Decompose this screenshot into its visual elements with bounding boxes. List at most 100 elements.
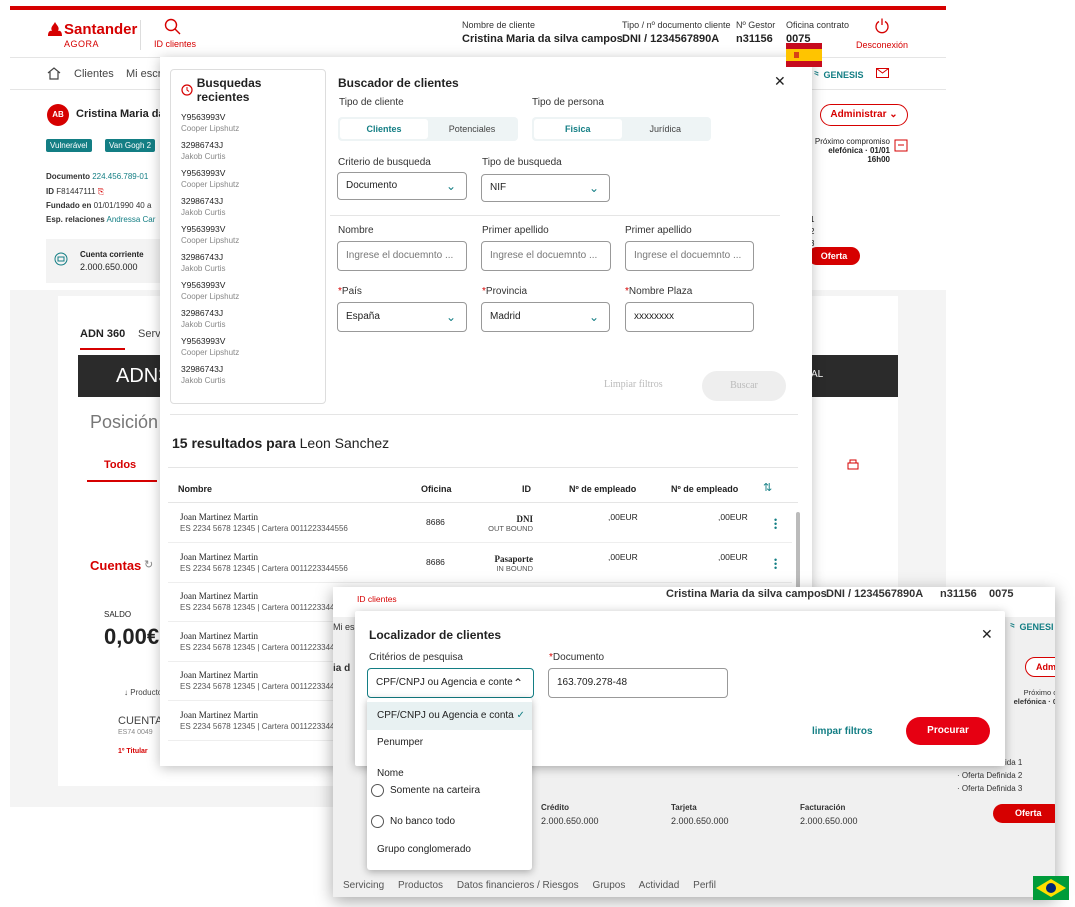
limpiar-filtros-button[interactable]: Limpiar filtros <box>604 379 663 390</box>
print-icon[interactable] <box>846 458 860 472</box>
plaza-label: *Nombre Plaza <box>625 286 693 297</box>
toggle-fisica[interactable]: Fisica <box>534 119 622 139</box>
recent-item[interactable]: 32986743J Jakob Curtis <box>181 140 315 162</box>
oferta-button[interactable]: Oferta <box>808 247 860 265</box>
recent-item[interactable]: Y9563993V Cooper Lipshutz <box>181 112 315 134</box>
divider <box>330 215 780 216</box>
nombre-input[interactable]: Ingrese el docuemnto ... <box>337 241 467 271</box>
recent-item-name: Cooper Lipshutz <box>181 348 240 357</box>
tipo-cliente-toggle: Clientes Potenciales <box>338 117 518 141</box>
buscar-button[interactable]: Buscar <box>702 371 786 401</box>
brand-sub: AGORA <box>64 39 100 49</box>
toggle-potenciales[interactable]: Potenciales <box>428 119 516 139</box>
procurar-button[interactable]: Procurar <box>906 717 990 745</box>
id-clientes-link[interactable]: ID clientes <box>154 39 196 49</box>
recent-item[interactable]: 32986743J Jakob Curtis <box>181 308 315 330</box>
logout-button[interactable]: Desconexión <box>856 18 908 50</box>
tag-vulneravel: Vulnerável <box>46 139 92 152</box>
tab-serv[interactable]: Serv <box>138 328 161 340</box>
recent-item-name: Cooper Lipshutz <box>181 236 240 245</box>
criterios-select[interactable]: CPF/CNPJ ou Agencia e conte ⌃ <box>367 668 534 698</box>
tipo-persona-toggle: Fisica Jurídica <box>532 117 711 141</box>
tab-adn-360[interactable]: ADN 360 <box>80 328 126 350</box>
refresh-icon[interactable]: ↻ <box>144 558 153 571</box>
radio-icon[interactable] <box>371 784 384 797</box>
recent-item[interactable]: Y9563993V Cooper Lipshutz <box>181 224 315 246</box>
col-nombre: Nombre <box>178 484 213 494</box>
recent-item[interactable]: Y9563993V Cooper Lipshutz <box>181 280 315 302</box>
more-options-icon[interactable]: • • • <box>774 516 777 533</box>
proximo-compromiso: Próximo compromiso elefónica · 01/01 16h0… <box>814 137 890 164</box>
titular-label: 1º Titular <box>118 748 148 755</box>
tipo-persona-label: Tipo de persona <box>532 97 604 108</box>
search-icon[interactable] <box>164 18 182 36</box>
administrar-button[interactable]: Administrar ⌄ <box>820 104 908 126</box>
recent-item[interactable]: 32986743J Jakob Curtis <box>181 252 315 274</box>
radio-icon[interactable] <box>371 815 384 828</box>
recent-item-name: Jakob Curtis <box>181 376 226 385</box>
nav-mi-escritorio[interactable]: Mi escr <box>126 68 161 80</box>
option-somente-carteira[interactable]: Somente na carteira <box>367 784 532 797</box>
row-empleado-1: ,00EUR <box>608 551 638 562</box>
header-oficina: Oficina contrato 0075 <box>786 20 850 45</box>
home-icon[interactable] <box>47 67 61 80</box>
info-documento: Documento 224.456.789-01 <box>46 172 149 181</box>
close-icon[interactable]: ✕ <box>981 626 993 643</box>
apellido1-label: Primer apellido <box>482 225 549 236</box>
criterio-select[interactable]: Documento ⌄ <box>337 172 467 200</box>
plaza-input[interactable]: xxxxxxxx <box>625 302 754 332</box>
table-row[interactable]: Joan Martinez Martin ES 2234 5678 12345 |… <box>168 543 792 583</box>
toggle-juridica[interactable]: Jurídica <box>622 119 710 139</box>
option-penumper[interactable]: Penumper <box>367 737 532 748</box>
close-icon[interactable]: ✕ <box>774 73 786 90</box>
apellido1-input[interactable]: Ingrese el docuemnto ... <box>481 241 611 271</box>
row-empleado-2: ,00EUR <box>718 512 748 522</box>
row-oficina: 8686 <box>426 517 445 527</box>
win2-genesis[interactable]: ⺀ GENESI <box>1008 620 1054 633</box>
recent-item-name: Jakob Curtis <box>181 152 226 161</box>
documento-input[interactable]: 163.709.278-48 <box>548 668 728 698</box>
sort-icon[interactable]: ⇅ <box>763 481 772 494</box>
table-row[interactable]: Joan Martinez Martin ES 2234 5678 12345 |… <box>168 503 792 543</box>
calendar-icon[interactable] <box>894 138 908 152</box>
row-empleado-1: ,00EUR <box>608 512 638 522</box>
tipo-busqueda-select[interactable]: NIF ⌄ <box>481 174 610 202</box>
divider <box>170 414 798 415</box>
win2-oferta-button[interactable]: Oferta <box>993 804 1055 823</box>
nav-clientes[interactable]: Clientes <box>74 68 114 80</box>
option-nome[interactable]: Nome <box>367 768 532 779</box>
win2-id-clientes[interactable]: ID clientes <box>357 594 397 604</box>
recent-item[interactable]: Y9563993V Cooper Lipshutz <box>181 336 315 358</box>
header-doc: Tipo / nº documento cliente DNI / 1234567… <box>622 20 731 45</box>
saldo-label: SALDO <box>104 610 132 619</box>
win2-admin-button[interactable]: Adm <box>1025 657 1055 677</box>
row-name: Joan Martinez Martin <box>180 670 258 680</box>
recent-item[interactable]: 32986743J Jakob Curtis <box>181 364 315 386</box>
cuenta-item[interactable]: CUENTA <box>118 715 162 727</box>
wallet-icon <box>54 252 68 266</box>
win2-tabs[interactable]: Servicing Productos Datos financieros / … <box>343 880 716 891</box>
mail-icon[interactable] <box>876 68 889 78</box>
option-cpf-cnpj[interactable]: CPF/CNPJ ou Agencia e conta ✓ <box>367 702 532 730</box>
recent-item-id: Y9563993V <box>181 280 226 290</box>
nav-genesis[interactable]: ⺀ GENESIS <box>812 68 864 81</box>
more-options-icon[interactable]: • • • <box>774 555 777 572</box>
tab-todos[interactable]: Todos <box>104 459 136 471</box>
recent-searches-panel: Busquedas recientes Y9563993V Cooper Lips… <box>170 69 326 404</box>
option-grupo[interactable]: Grupo conglomerado <box>367 844 532 855</box>
apellido2-input[interactable]: Ingrese el docuemnto ... <box>625 241 754 271</box>
col-oficina: Oficina <box>421 484 452 494</box>
provincia-select[interactable]: Madrid ⌄ <box>481 302 610 332</box>
limpar-filtros-button[interactable]: limpar filtros <box>812 726 873 737</box>
row-id-type: DNI <box>516 514 533 524</box>
cuenta-card[interactable]: Cuenta corriente 2.000.650.000 <box>46 239 166 283</box>
pais-select[interactable]: España ⌄ <box>337 302 467 332</box>
info-fundado: Fundado en 01/01/1990 40 a <box>46 201 152 210</box>
option-no-banco[interactable]: No banco todo <box>367 815 532 828</box>
history-icon <box>181 84 193 96</box>
recent-item[interactable]: 32986743J Jakob Curtis <box>181 196 315 218</box>
toggle-clientes[interactable]: Clientes <box>340 119 428 139</box>
power-icon <box>875 18 889 34</box>
recent-item-id: Y9563993V <box>181 224 226 234</box>
recent-item[interactable]: Y9563993V Cooper Lipshutz <box>181 168 315 190</box>
